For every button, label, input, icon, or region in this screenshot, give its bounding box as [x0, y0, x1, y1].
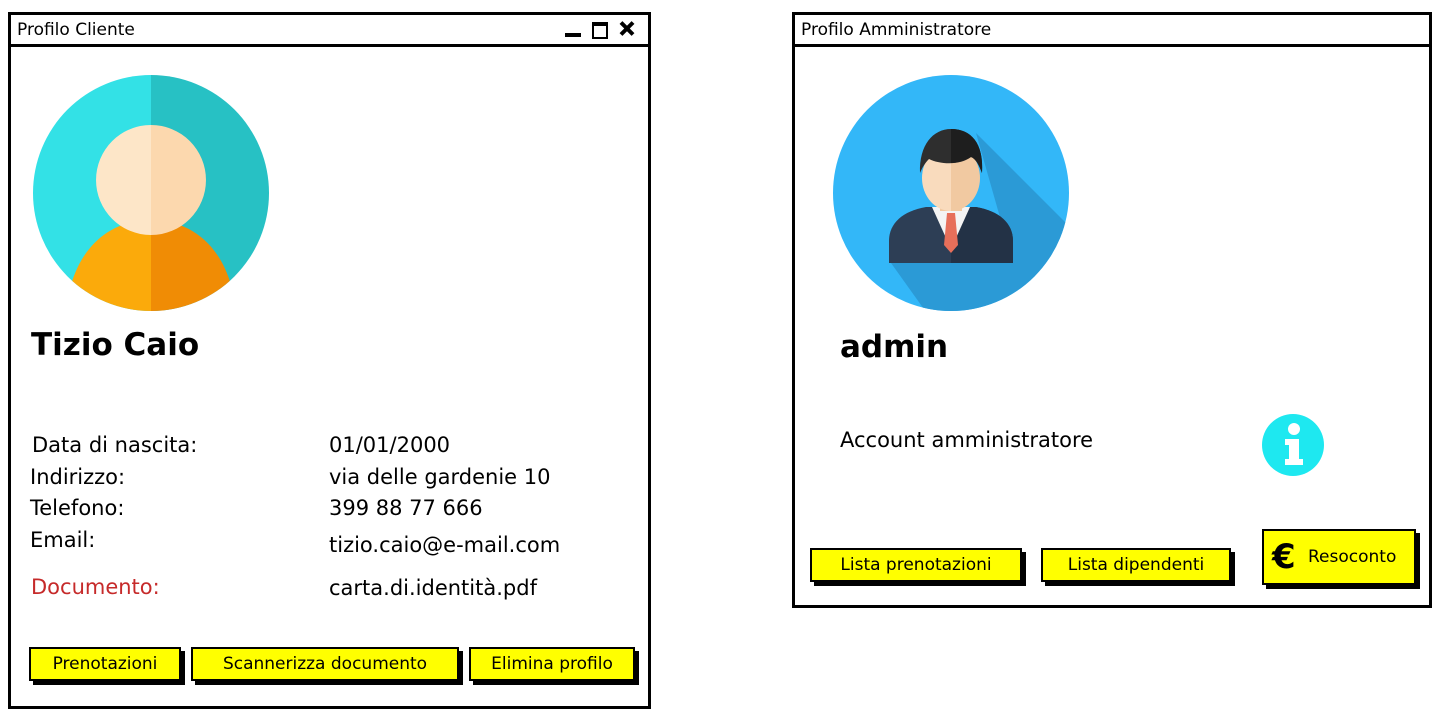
info-icon[interactable] [1261, 413, 1325, 477]
close-icon[interactable] [618, 20, 636, 38]
email-label: Email: [30, 528, 96, 552]
phone-label: Telefono: [30, 496, 125, 520]
client-name: Tizio Caio [31, 327, 200, 363]
admin-profile-window: Profilo Amministratore admin Account amm… [792, 12, 1432, 608]
client-window-title: Profilo Cliente [17, 20, 135, 40]
bookings-button-label: Prenotazioni [52, 654, 158, 674]
document-link[interactable]: carta.di.identità.pdf [329, 576, 537, 600]
employees-list-button[interactable]: Lista dipendenti [1041, 548, 1231, 582]
euro-icon: € [1272, 537, 1296, 577]
window-controls [560, 20, 636, 40]
birthdate-value: 01/01/2000 [329, 433, 451, 457]
bookings-list-button-label: Lista prenotazioni [840, 555, 992, 575]
minimize-icon[interactable] [564, 20, 582, 38]
document-label: Documento: [31, 575, 160, 599]
bookings-list-button[interactable]: Lista prenotazioni [810, 548, 1022, 582]
user-avatar-icon [33, 75, 269, 311]
phone-value: 399 88 77 666 [329, 496, 483, 520]
maximize-icon[interactable] [591, 20, 609, 39]
report-button-label: Resoconto [1308, 547, 1397, 567]
client-titlebar: Profilo Cliente [11, 15, 648, 47]
scan-document-button[interactable]: Scannerizza documento [191, 647, 459, 681]
client-profile-window: Profilo Cliente Tizio Caio Data di nasci… [8, 12, 651, 709]
admin-titlebar: Profilo Amministratore [795, 15, 1429, 47]
businessman-avatar-icon [833, 75, 1069, 311]
admin-description: Account amministratore [840, 428, 1094, 452]
delete-profile-button[interactable]: Elimina profilo [469, 647, 635, 681]
admin-name: admin [840, 329, 949, 365]
bookings-button[interactable]: Prenotazioni [29, 647, 181, 681]
scan-document-button-label: Scannerizza documento [222, 654, 428, 674]
address-label: Indirizzo: [30, 465, 126, 489]
email-value: tizio.caio@e-mail.com [329, 533, 561, 557]
report-button[interactable]: € Resoconto [1262, 529, 1416, 585]
address-value: via delle gardenie 10 [329, 465, 551, 489]
birthdate-label: Data di nascita: [32, 433, 198, 457]
employees-list-button-label: Lista dipendenti [1067, 555, 1205, 575]
delete-profile-button-label: Elimina profilo [491, 654, 613, 674]
admin-window-title: Profilo Amministratore [801, 20, 992, 40]
